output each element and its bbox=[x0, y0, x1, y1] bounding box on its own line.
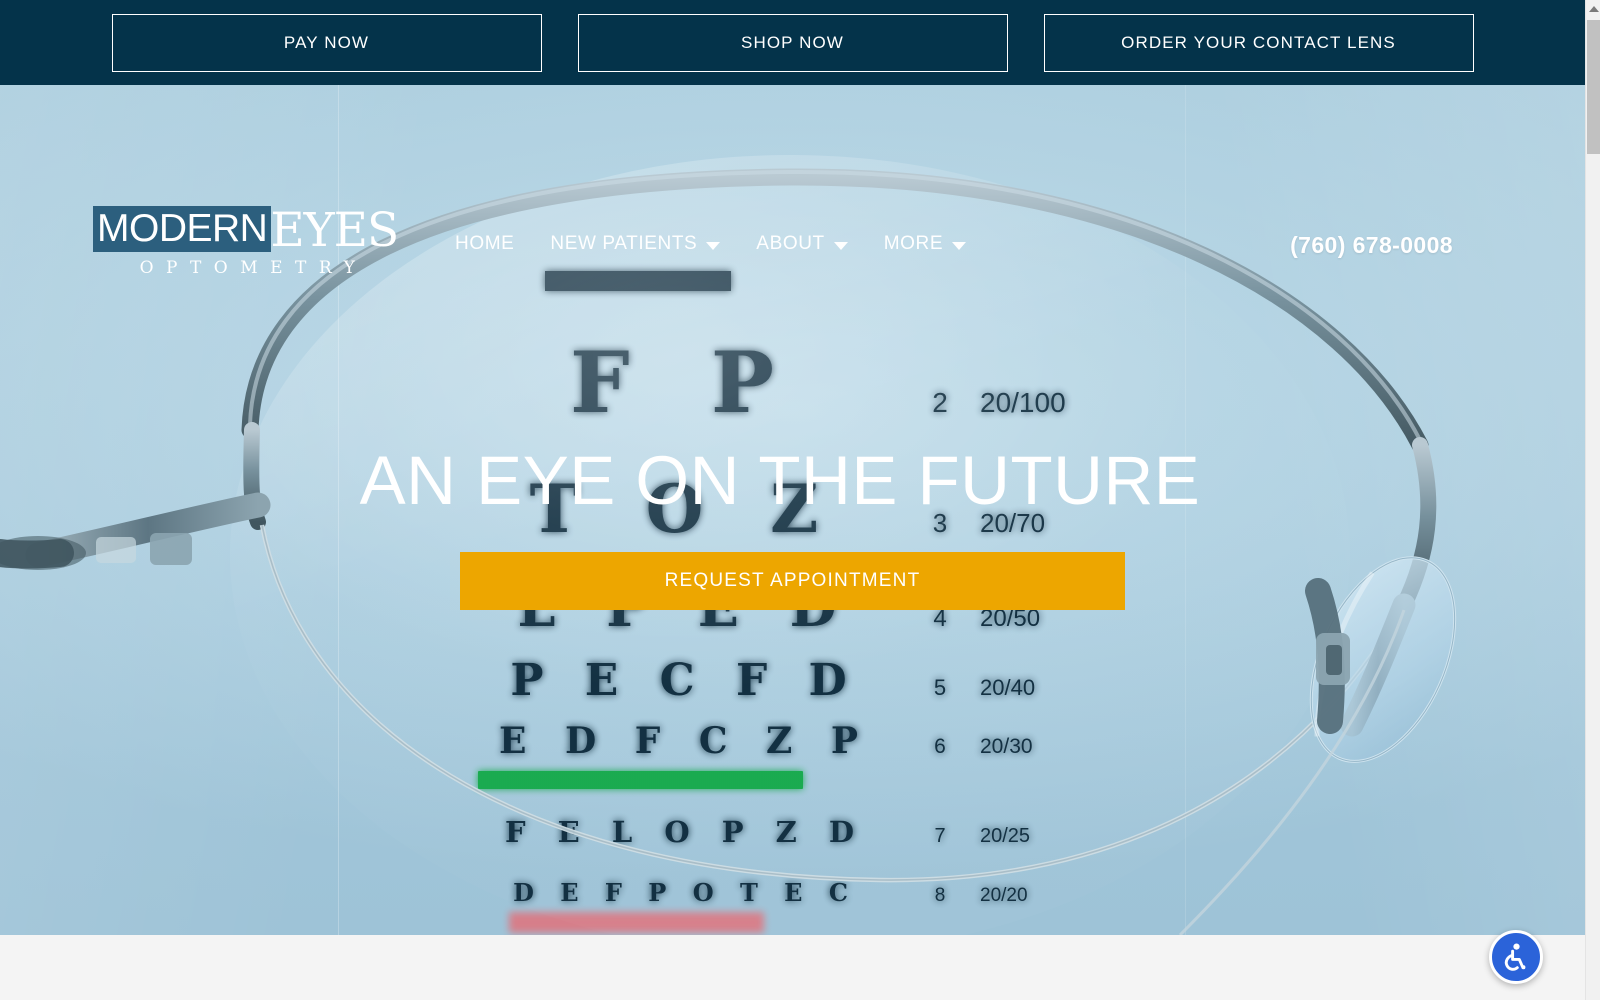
nav-item-more[interactable]: MORE bbox=[883, 233, 967, 255]
nav-item-about[interactable]: ABOUT bbox=[756, 233, 848, 255]
scrollbar-thumb[interactable] bbox=[1587, 20, 1600, 154]
chart-top-bar bbox=[545, 271, 731, 291]
pay-now-button[interactable]: PAY NOW bbox=[111, 13, 542, 72]
shop-now-button[interactable]: SHOP NOW bbox=[577, 13, 1008, 72]
chart-line-number: 2 bbox=[932, 387, 948, 418]
chart-green-bar bbox=[478, 771, 803, 789]
logo-modern-text: MODERN bbox=[93, 206, 272, 252]
nav-item-new-patients[interactable]: NEW PATIENTS bbox=[550, 233, 721, 255]
chart-line-number: 8 bbox=[934, 885, 946, 906]
chart-line-number: 7 bbox=[934, 825, 946, 847]
request-appointment-button[interactable]: REQUEST APPOINTMENT bbox=[460, 552, 1125, 611]
hero-title: AN EYE ON THE FUTURE bbox=[359, 442, 1201, 519]
chart-letters: F E L O P Z D bbox=[504, 815, 866, 849]
chart-letters: P E C F D bbox=[510, 655, 860, 706]
hero-banner: F P 2 20/100 T O Z 3 20/70 L P E D 4 20/… bbox=[0, 85, 1585, 935]
chart-letters: F P bbox=[569, 333, 801, 432]
site-logo[interactable]: MODERN EYES OPTOMETRY bbox=[93, 206, 408, 278]
order-contact-lens-button[interactable]: ORDER YOUR CONTACT LENS bbox=[1043, 13, 1474, 72]
chart-line-number: 5 bbox=[933, 675, 947, 700]
scroll-up-arrow-icon[interactable] bbox=[1586, 0, 1600, 17]
hero-content: AN EYE ON THE FUTURE REQUEST APPOINTMENT bbox=[0, 442, 1585, 611]
site-header: MODERN EYES OPTOMETRY HOME NEW PATIENTS … bbox=[0, 85, 1585, 278]
chart-letters: E D F C Z P bbox=[499, 720, 871, 762]
chevron-down-icon bbox=[952, 241, 967, 250]
top-utility-bar: PAY NOW SHOP NOW ORDER YOUR CONTACT LENS bbox=[0, 0, 1585, 85]
main-navigation: HOME NEW PATIENTS ABOUT MORE bbox=[455, 233, 967, 255]
chart-line-number: 6 bbox=[934, 735, 946, 758]
nav-label: MORE bbox=[883, 233, 944, 254]
chevron-down-icon bbox=[833, 241, 848, 250]
nav-item-home[interactable]: HOME bbox=[455, 233, 514, 255]
wheelchair-icon bbox=[1504, 943, 1526, 971]
nav-label: NEW PATIENTS bbox=[550, 233, 698, 254]
chevron-down-icon bbox=[706, 241, 721, 250]
chart-acuity: 20/40 bbox=[980, 675, 1036, 700]
chart-acuity: 20/100 bbox=[980, 387, 1066, 418]
browser-viewport: PAY NOW SHOP NOW ORDER YOUR CONTACT LENS… bbox=[0, 0, 1585, 1000]
logo-eyes-text: EYES bbox=[270, 202, 399, 258]
logo-tagline: OPTOMETRY bbox=[139, 258, 368, 278]
chart-acuity: 20/25 bbox=[980, 825, 1031, 847]
chart-acuity: 20/30 bbox=[980, 735, 1033, 758]
logo-wordmark: MODERN EYES bbox=[93, 202, 408, 258]
nav-label: ABOUT bbox=[756, 233, 825, 254]
accessibility-widget-button[interactable] bbox=[1489, 930, 1543, 984]
chart-letters: D E F P O T E C bbox=[513, 878, 857, 907]
vertical-scrollbar[interactable] bbox=[1585, 0, 1600, 1000]
nav-label: HOME bbox=[455, 233, 515, 254]
page-content-area bbox=[0, 935, 1585, 1000]
phone-number-link[interactable]: (760) 678-0008 bbox=[1290, 232, 1453, 259]
